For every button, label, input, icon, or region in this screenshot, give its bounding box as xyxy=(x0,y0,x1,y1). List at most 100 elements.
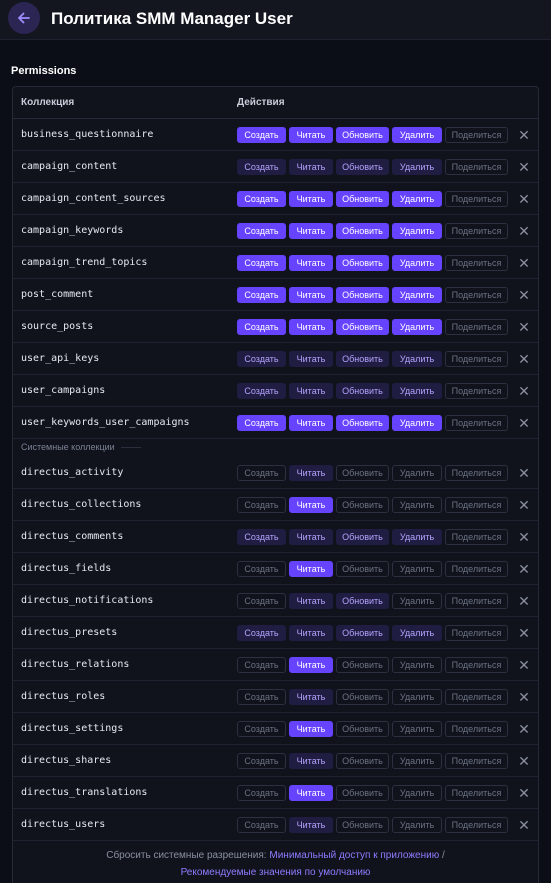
permission-update-toggle[interactable]: Обновить xyxy=(336,785,389,801)
permission-create-toggle[interactable]: Создать xyxy=(237,561,286,577)
permission-delete-toggle[interactable]: Удалить xyxy=(392,255,442,271)
permission-read-toggle[interactable]: Читать xyxy=(289,191,333,207)
permission-update-toggle[interactable]: Обновить xyxy=(336,625,389,641)
permission-share-toggle[interactable]: Поделиться xyxy=(445,287,508,303)
permission-share-toggle[interactable]: Поделиться xyxy=(445,255,508,271)
permission-update-toggle[interactable]: Обновить xyxy=(336,127,389,143)
permission-update-toggle[interactable]: Обновить xyxy=(336,817,389,833)
permission-delete-toggle[interactable]: Удалить xyxy=(392,319,442,335)
remove-permissions-icon[interactable]: ✕ xyxy=(517,818,531,832)
permission-read-toggle[interactable]: Читать xyxy=(289,127,333,143)
permission-read-toggle[interactable]: Читать xyxy=(289,817,333,833)
permission-update-toggle[interactable]: Обновить xyxy=(336,255,389,271)
permission-share-toggle[interactable]: Поделиться xyxy=(445,657,508,673)
permission-delete-toggle[interactable]: Удалить xyxy=(392,191,442,207)
permission-read-toggle[interactable]: Читать xyxy=(289,497,333,513)
permission-create-toggle[interactable]: Создать xyxy=(237,753,286,769)
permission-read-toggle[interactable]: Читать xyxy=(289,465,333,481)
permission-delete-toggle[interactable]: Удалить xyxy=(392,465,442,481)
permission-share-toggle[interactable]: Поделиться xyxy=(445,383,508,399)
permission-read-toggle[interactable]: Читать xyxy=(289,657,333,673)
permission-update-toggle[interactable]: Обновить xyxy=(336,593,389,609)
permission-read-toggle[interactable]: Читать xyxy=(289,785,333,801)
remove-permissions-icon[interactable]: ✕ xyxy=(517,288,531,302)
permission-delete-toggle[interactable]: Удалить xyxy=(392,721,442,737)
permission-create-toggle[interactable]: Создать xyxy=(237,287,286,303)
remove-permissions-icon[interactable]: ✕ xyxy=(517,786,531,800)
remove-permissions-icon[interactable]: ✕ xyxy=(517,224,531,238)
remove-permissions-icon[interactable]: ✕ xyxy=(517,562,531,576)
remove-permissions-icon[interactable]: ✕ xyxy=(517,690,531,704)
permission-delete-toggle[interactable]: Удалить xyxy=(392,223,442,239)
permission-read-toggle[interactable]: Читать xyxy=(289,593,333,609)
permission-create-toggle[interactable]: Создать xyxy=(237,223,286,239)
permission-share-toggle[interactable]: Поделиться xyxy=(445,223,508,239)
permission-update-toggle[interactable]: Обновить xyxy=(336,319,389,335)
permission-create-toggle[interactable]: Создать xyxy=(237,529,286,545)
permission-create-toggle[interactable]: Создать xyxy=(237,689,286,705)
permission-create-toggle[interactable]: Создать xyxy=(237,127,286,143)
permission-update-toggle[interactable]: Обновить xyxy=(336,465,389,481)
permission-read-toggle[interactable]: Читать xyxy=(289,529,333,545)
permission-share-toggle[interactable]: Поделиться xyxy=(445,817,508,833)
permission-create-toggle[interactable]: Создать xyxy=(237,159,286,175)
permission-update-toggle[interactable]: Обновить xyxy=(336,561,389,577)
permission-share-toggle[interactable]: Поделиться xyxy=(445,465,508,481)
permission-read-toggle[interactable]: Читать xyxy=(289,383,333,399)
permission-delete-toggle[interactable]: Удалить xyxy=(392,657,442,673)
permission-create-toggle[interactable]: Создать xyxy=(237,625,286,641)
permission-delete-toggle[interactable]: Удалить xyxy=(392,817,442,833)
permission-read-toggle[interactable]: Читать xyxy=(289,287,333,303)
back-button[interactable] xyxy=(8,2,40,34)
permission-read-toggle[interactable]: Читать xyxy=(289,721,333,737)
permission-read-toggle[interactable]: Читать xyxy=(289,753,333,769)
remove-permissions-icon[interactable]: ✕ xyxy=(517,160,531,174)
permission-share-toggle[interactable]: Поделиться xyxy=(445,191,508,207)
permission-read-toggle[interactable]: Читать xyxy=(289,223,333,239)
permission-share-toggle[interactable]: Поделиться xyxy=(445,529,508,545)
permission-delete-toggle[interactable]: Удалить xyxy=(392,561,442,577)
remove-permissions-icon[interactable]: ✕ xyxy=(517,658,531,672)
permission-delete-toggle[interactable]: Удалить xyxy=(392,287,442,303)
permission-read-toggle[interactable]: Читать xyxy=(289,159,333,175)
remove-permissions-icon[interactable]: ✕ xyxy=(517,594,531,608)
remove-permissions-icon[interactable]: ✕ xyxy=(517,530,531,544)
permission-share-toggle[interactable]: Поделиться xyxy=(445,625,508,641)
permission-create-toggle[interactable]: Создать xyxy=(237,191,286,207)
permission-share-toggle[interactable]: Поделиться xyxy=(445,351,508,367)
permission-delete-toggle[interactable]: Удалить xyxy=(392,127,442,143)
permission-delete-toggle[interactable]: Удалить xyxy=(392,753,442,769)
permission-create-toggle[interactable]: Создать xyxy=(237,415,286,431)
permission-update-toggle[interactable]: Обновить xyxy=(336,721,389,737)
permission-update-toggle[interactable]: Обновить xyxy=(336,529,389,545)
permission-create-toggle[interactable]: Создать xyxy=(237,817,286,833)
permission-update-toggle[interactable]: Обновить xyxy=(336,689,389,705)
permission-share-toggle[interactable]: Поделиться xyxy=(445,415,508,431)
remove-permissions-icon[interactable]: ✕ xyxy=(517,754,531,768)
remove-permissions-icon[interactable]: ✕ xyxy=(517,192,531,206)
remove-permissions-icon[interactable]: ✕ xyxy=(517,128,531,142)
permission-create-toggle[interactable]: Создать xyxy=(237,497,286,513)
permission-delete-toggle[interactable]: Удалить xyxy=(392,159,442,175)
permission-update-toggle[interactable]: Обновить xyxy=(336,159,389,175)
permission-update-toggle[interactable]: Обновить xyxy=(336,191,389,207)
remove-permissions-icon[interactable]: ✕ xyxy=(517,384,531,398)
permission-share-toggle[interactable]: Поделиться xyxy=(445,753,508,769)
permission-update-toggle[interactable]: Обновить xyxy=(336,287,389,303)
permission-share-toggle[interactable]: Поделиться xyxy=(445,127,508,143)
permission-create-toggle[interactable]: Создать xyxy=(237,721,286,737)
permission-share-toggle[interactable]: Поделиться xyxy=(445,319,508,335)
remove-permissions-icon[interactable]: ✕ xyxy=(517,466,531,480)
remove-permissions-icon[interactable]: ✕ xyxy=(517,352,531,366)
permission-update-toggle[interactable]: Обновить xyxy=(336,383,389,399)
permission-delete-toggle[interactable]: Удалить xyxy=(392,689,442,705)
permission-share-toggle[interactable]: Поделиться xyxy=(445,689,508,705)
permission-share-toggle[interactable]: Поделиться xyxy=(445,721,508,737)
permission-read-toggle[interactable]: Читать xyxy=(289,415,333,431)
remove-permissions-icon[interactable]: ✕ xyxy=(517,498,531,512)
permission-update-toggle[interactable]: Обновить xyxy=(336,223,389,239)
permission-create-toggle[interactable]: Создать xyxy=(237,785,286,801)
permission-create-toggle[interactable]: Создать xyxy=(237,255,286,271)
permission-create-toggle[interactable]: Создать xyxy=(237,465,286,481)
permission-delete-toggle[interactable]: Удалить xyxy=(392,415,442,431)
